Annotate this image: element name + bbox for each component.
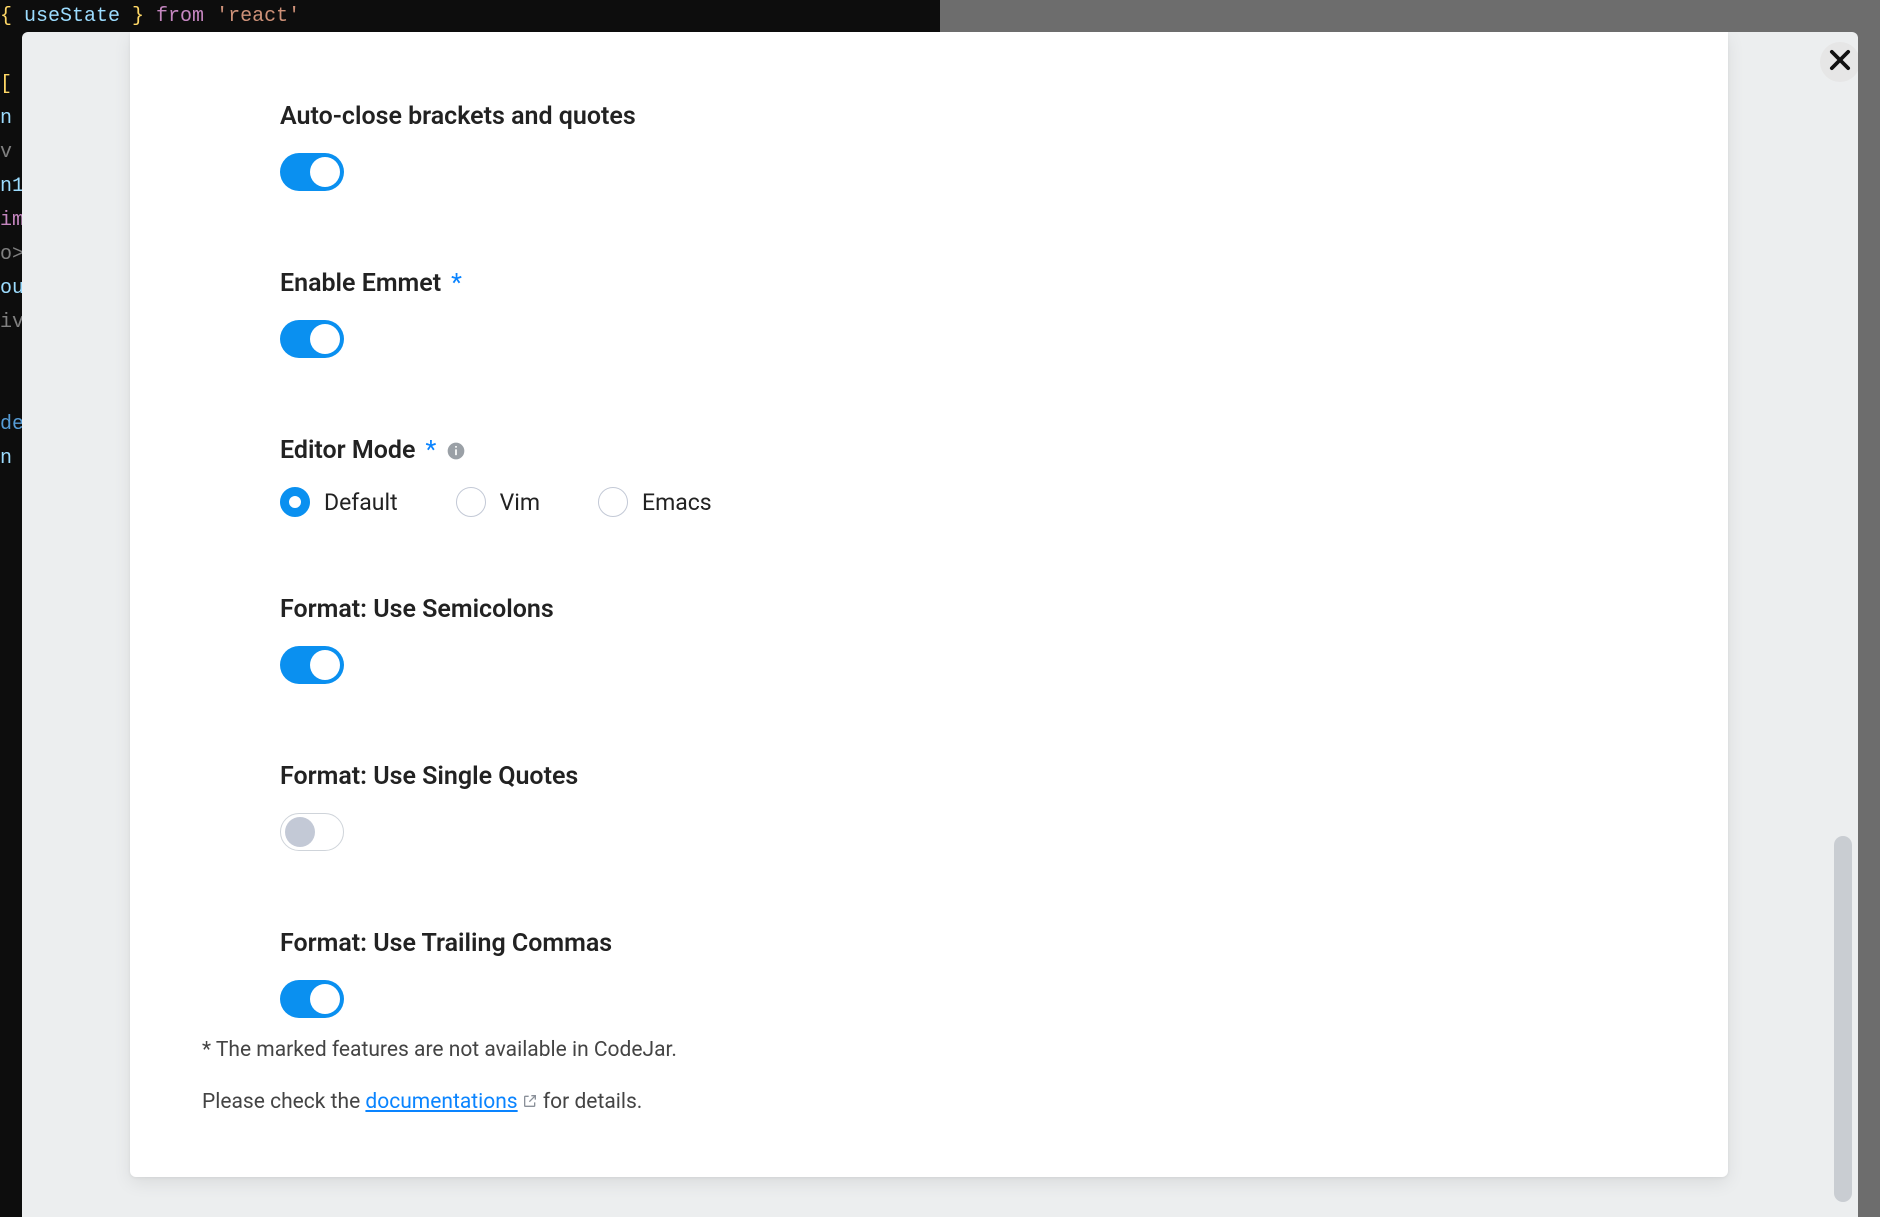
setting-label: Enable Emmet *	[280, 269, 1580, 298]
external-link-icon	[522, 1091, 538, 1107]
setting-label: Editor Mode *	[280, 436, 1580, 465]
setting-trailing-commas: Format: Use Trailing Commas	[280, 929, 1580, 1018]
footnote-docs-prefix: Please check the	[202, 1090, 365, 1114]
info-icon[interactable]	[446, 441, 466, 461]
setting-auto-close: Auto-close brackets and quotes	[280, 102, 1580, 191]
setting-label: Format: Use Semicolons	[280, 595, 1580, 624]
setting-label-text: Editor Mode	[280, 436, 415, 465]
setting-label-text: Format: Use Single Quotes	[280, 762, 578, 791]
close-icon	[1826, 46, 1854, 78]
editor-mode-option-vim[interactable]: Vim	[456, 487, 540, 517]
auto-close-toggle[interactable]	[280, 153, 344, 191]
close-button[interactable]	[1820, 42, 1858, 82]
radio-label: Vim	[500, 489, 540, 516]
single-quotes-toggle[interactable]	[280, 813, 344, 851]
setting-label-text: Enable Emmet	[280, 269, 441, 298]
radio-circle	[598, 487, 628, 517]
radio-label: Default	[324, 489, 398, 516]
settings-card: Auto-close brackets and quotes Enable Em…	[130, 32, 1728, 1177]
editor-mode-radio-group: Default Vim Emacs	[280, 487, 1580, 517]
emmet-toggle[interactable]	[280, 320, 344, 358]
setting-label: Format: Use Single Quotes	[280, 762, 1580, 791]
marked-asterisk: *	[425, 436, 436, 465]
footnote-docs: Please check the documentations for deta…	[202, 1090, 1502, 1114]
settings-modal: Auto-close brackets and quotes Enable Em…	[22, 32, 1858, 1217]
setting-single-quotes: Format: Use Single Quotes	[280, 762, 1580, 851]
radio-label: Emacs	[642, 489, 712, 516]
setting-label-text: Format: Use Semicolons	[280, 595, 554, 624]
footnote-marked: * The marked features are not available …	[202, 1038, 1502, 1062]
scrollbar-thumb[interactable]	[1834, 836, 1852, 1202]
settings-list: Auto-close brackets and quotes Enable Em…	[280, 102, 1580, 1018]
footnote: * The marked features are not available …	[202, 1038, 1502, 1142]
setting-emmet: Enable Emmet *	[280, 269, 1580, 358]
footnote-docs-suffix: for details.	[538, 1090, 643, 1114]
semicolons-toggle[interactable]	[280, 646, 344, 684]
documentations-link[interactable]: documentations	[365, 1090, 537, 1114]
setting-editor-mode: Editor Mode * Default Vim Emacs	[280, 436, 1580, 517]
editor-mode-option-default[interactable]: Default	[280, 487, 398, 517]
setting-label: Auto-close brackets and quotes	[280, 102, 1580, 131]
setting-semicolons: Format: Use Semicolons	[280, 595, 1580, 684]
radio-circle	[456, 487, 486, 517]
radio-circle	[280, 487, 310, 517]
marked-asterisk: *	[451, 269, 462, 298]
setting-label: Format: Use Trailing Commas	[280, 929, 1580, 958]
trailing-commas-toggle[interactable]	[280, 980, 344, 1018]
setting-label-text: Format: Use Trailing Commas	[280, 929, 612, 958]
editor-mode-option-emacs[interactable]: Emacs	[598, 487, 712, 517]
setting-label-text: Auto-close brackets and quotes	[280, 102, 636, 131]
